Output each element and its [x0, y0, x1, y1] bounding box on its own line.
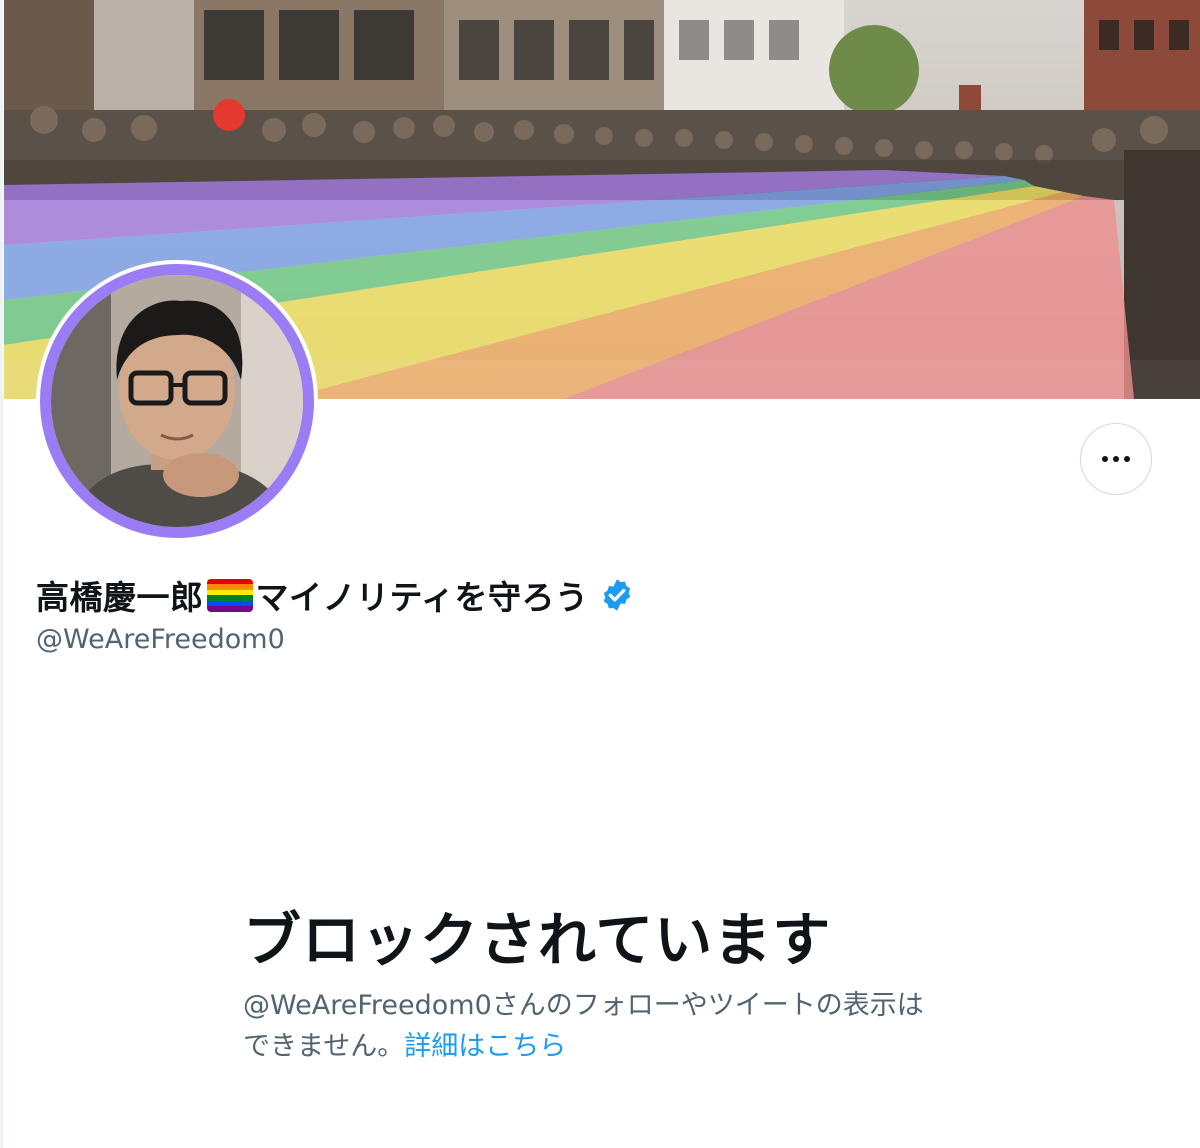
rainbow-flag-icon	[206, 578, 253, 612]
more-options-button[interactable]	[1080, 423, 1152, 495]
profile-name-row: 高橋慶一郎 マイノリティを守ろう	[36, 570, 635, 620]
blocked-desc-line1: @WeAreFreedom0さんのフォローやツイートの表示は	[243, 990, 924, 1021]
verified-badge-icon[interactable]	[599, 577, 635, 613]
blocked-description: @WeAreFreedom0さんのフォローやツイートの表示は できません。詳細は…	[243, 985, 963, 1067]
more-horizontal-icon	[1102, 456, 1130, 462]
blocked-title: ブロックされています	[243, 906, 832, 974]
display-name-part1: 高橋慶一郎	[36, 578, 204, 617]
profile-handle: @WeAreFreedom0	[36, 624, 285, 655]
avatar-photo	[40, 264, 314, 538]
blocked-desc-line2: できません。	[243, 1031, 405, 1062]
display-name-part2: マイノリティを守ろう	[255, 578, 589, 617]
profile-avatar[interactable]	[36, 260, 318, 542]
learn-more-link[interactable]: 詳細はこちら	[404, 1031, 566, 1062]
